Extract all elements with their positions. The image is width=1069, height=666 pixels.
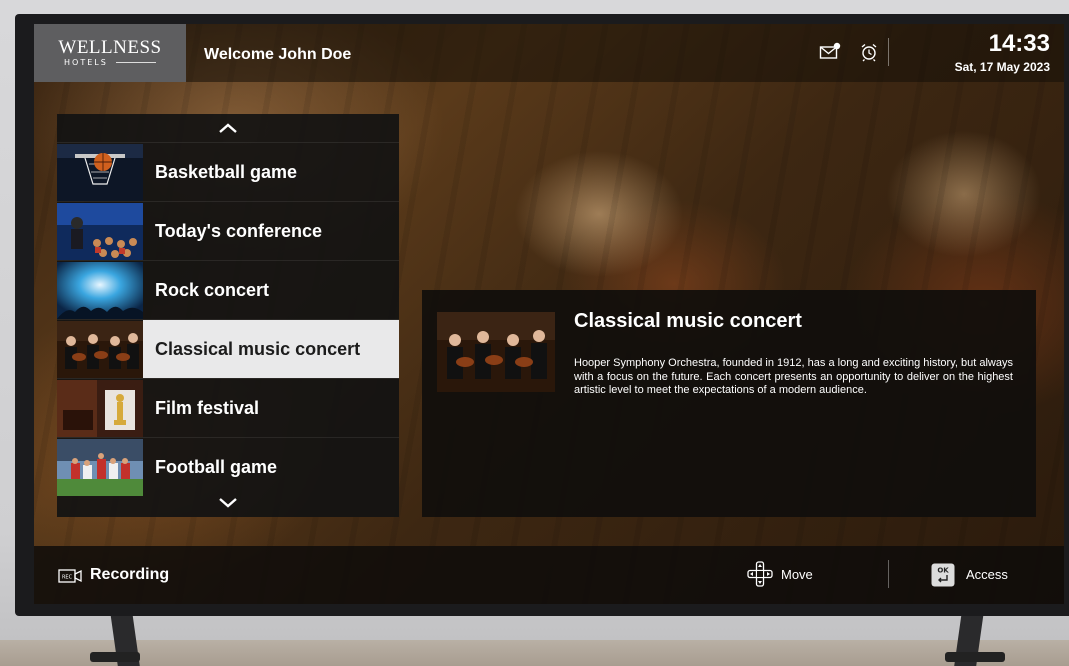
chevron-down-icon	[219, 498, 237, 508]
list-item-label-wrap: Rock concert	[143, 261, 399, 319]
list-item-label: Classical music concert	[155, 338, 361, 359]
scroll-up-button[interactable]	[57, 114, 399, 142]
list-item-label: Basketball game	[155, 161, 298, 182]
conference-thumbnail	[57, 202, 143, 260]
logo-subtitle: HOTELS	[64, 58, 108, 67]
list-item-label-wrap: Football game	[143, 438, 399, 496]
list-item-classical-concert[interactable]: Classical music concert	[57, 319, 399, 378]
list-item-film-festival[interactable]: Film festival	[57, 378, 399, 437]
tv-stand-base-right	[945, 652, 1005, 662]
recording-icon[interactable]: REC	[58, 568, 82, 588]
event-detail-image	[437, 312, 555, 392]
logo-wordmark: WELLNESS	[58, 37, 162, 58]
header-divider	[888, 38, 889, 66]
list-item-label: Film festival	[155, 397, 260, 418]
list-item-football[interactable]: Football game	[57, 437, 399, 496]
list-item-label: Rock concert	[155, 279, 270, 300]
ok-key-icon: OK	[931, 563, 955, 591]
messages-icon[interactable]	[819, 41, 841, 63]
event-detail-title: Classical music concert	[574, 310, 802, 332]
list-item-label: Football game	[155, 456, 278, 477]
list-item-label-wrap: Film festival	[143, 379, 399, 437]
list-item-label-wrap: Today's conference	[143, 202, 399, 260]
event-detail-panel: Classical music concert Hooper Symphony …	[422, 290, 1036, 517]
basketball-thumbnail	[57, 143, 143, 201]
list-item-conference[interactable]: Today's conference	[57, 201, 399, 260]
tv-stand-base-left	[90, 652, 140, 662]
clock-date: Sat, 17 May 2023	[954, 60, 1050, 74]
event-list: Basketball game Today's conference Rock …	[57, 114, 399, 517]
access-hint: Access	[966, 567, 1008, 582]
top-bar: WELLNESS HOTELS Welcome John Doe 14:33 S…	[34, 24, 1064, 82]
film-festival-thumbnail	[57, 379, 143, 437]
scroll-down-button[interactable]	[57, 489, 399, 517]
floor	[0, 640, 1069, 666]
chevron-up-icon	[219, 123, 237, 133]
dpad-icon	[747, 561, 773, 591]
footer-divider	[888, 560, 889, 588]
tv-frame: WELLNESS HOTELS Welcome John Doe 14:33 S…	[15, 14, 1069, 616]
list-item-label: Today's conference	[155, 220, 323, 241]
list-item-basketball[interactable]: Basketball game	[57, 142, 399, 201]
alarm-clock-icon[interactable]	[858, 41, 880, 63]
list-item-rock-concert[interactable]: Rock concert	[57, 260, 399, 319]
list-item-label-wrap: Classical music concert	[143, 320, 399, 378]
recording-button[interactable]: Recording	[90, 566, 169, 584]
ok-badge: OK	[937, 567, 949, 575]
bottom-bar: REC Recording Move OK Access	[34, 546, 1064, 604]
rock-concert-thumbnail	[57, 261, 143, 319]
tv-screen: WELLNESS HOTELS Welcome John Doe 14:33 S…	[34, 24, 1064, 604]
welcome-message: Welcome John Doe	[204, 46, 352, 63]
rec-badge: REC	[62, 575, 73, 581]
event-detail-description: Hooper Symphony Orchestra, founded in 19…	[574, 357, 1013, 396]
football-thumbnail	[57, 438, 143, 496]
hotel-logo: WELLNESS HOTELS	[34, 24, 186, 82]
classical-concert-thumbnail	[57, 320, 143, 378]
list-item-label-wrap: Basketball game	[143, 143, 399, 201]
logo-rule	[116, 62, 156, 63]
clock-time: 14:33	[988, 30, 1050, 57]
move-hint: Move	[781, 567, 813, 582]
